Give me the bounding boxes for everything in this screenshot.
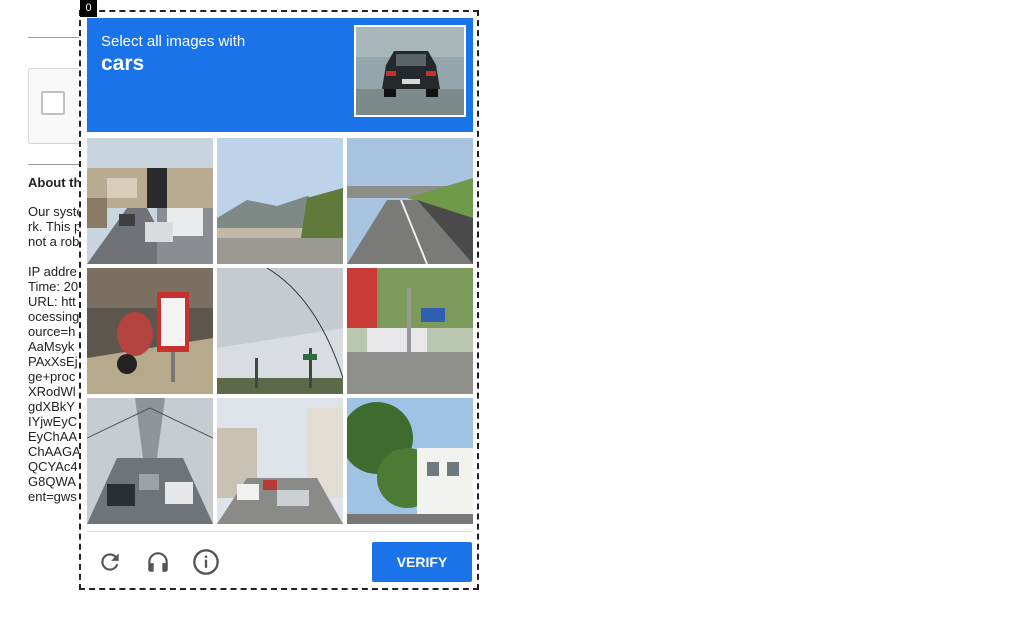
info-line: ge+proc bbox=[28, 369, 76, 384]
info-line: IP addre bbox=[28, 264, 77, 279]
info-line: ChAAGA bbox=[28, 444, 81, 459]
info-line: IYjwEyC bbox=[28, 414, 78, 429]
mid-divider bbox=[28, 164, 83, 165]
about-heading: About th bbox=[28, 175, 82, 190]
verify-button[interactable]: VERIFY bbox=[372, 542, 472, 582]
image-tile[interactable] bbox=[347, 138, 473, 264]
image-tile[interactable] bbox=[347, 268, 473, 394]
sample-image bbox=[354, 25, 466, 117]
challenge-target: cars bbox=[101, 52, 145, 75]
challenge-instruction: Select all images with bbox=[101, 33, 246, 50]
image-tile[interactable] bbox=[217, 138, 343, 264]
image-tile[interactable] bbox=[87, 268, 213, 394]
image-tile[interactable] bbox=[347, 398, 473, 524]
info-line: rk. This p bbox=[28, 219, 82, 234]
info-line: not a rob bbox=[28, 234, 80, 249]
info-line: XRodWl bbox=[28, 384, 76, 399]
image-tile[interactable] bbox=[87, 398, 213, 524]
image-tile[interactable] bbox=[217, 268, 343, 394]
info-line: Our syste bbox=[28, 204, 84, 219]
info-line: AaMsyk bbox=[28, 339, 75, 354]
reload-icon[interactable] bbox=[94, 546, 126, 578]
info-line: Time: 20 bbox=[28, 279, 79, 294]
top-divider bbox=[28, 37, 83, 38]
image-tile[interactable] bbox=[87, 138, 213, 264]
info-line: G8QWA bbox=[28, 474, 76, 489]
info-line: ocessing bbox=[28, 309, 80, 324]
info-line: gdXBkY bbox=[28, 399, 75, 414]
info-line: URL: htt bbox=[28, 294, 76, 309]
audio-icon[interactable] bbox=[142, 546, 174, 578]
info-line: ent=gws bbox=[28, 489, 77, 504]
info-line: ource=h bbox=[28, 324, 76, 339]
recaptcha-checkbox[interactable] bbox=[41, 91, 65, 115]
footer-divider bbox=[87, 531, 473, 532]
info-line: QCYAc4 bbox=[28, 459, 78, 474]
info-line: PAxXsEj bbox=[28, 354, 78, 369]
info-line: EyChAA bbox=[28, 429, 78, 444]
info-icon[interactable] bbox=[190, 546, 222, 578]
frame-index-label: 0 bbox=[80, 0, 97, 17]
image-tile[interactable] bbox=[217, 398, 343, 524]
